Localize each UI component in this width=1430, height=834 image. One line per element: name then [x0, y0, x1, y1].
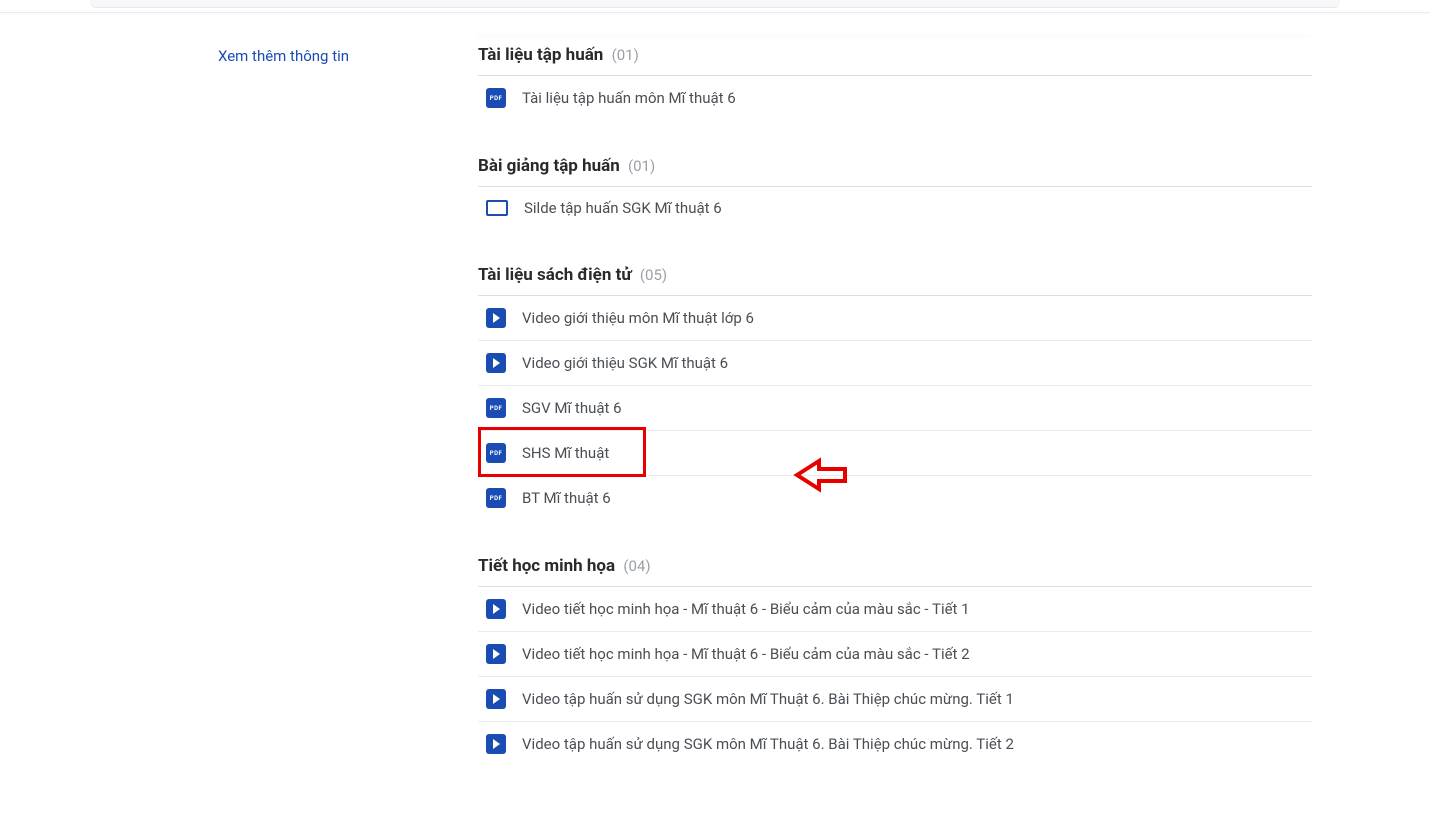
separator — [0, 12, 1430, 13]
list-item[interactable]: PDF SGV Mĩ thuật 6 — [478, 386, 1312, 431]
cutoff-section-heading — [478, 19, 1312, 37]
item-title: Video giới thiệu SGK Mĩ thuật 6 — [522, 354, 728, 372]
video-icon — [486, 353, 506, 373]
section-count: (05) — [640, 266, 667, 284]
video-icon — [486, 599, 506, 619]
section-count: (01) — [612, 46, 639, 64]
video-icon — [486, 734, 506, 754]
video-icon — [486, 308, 506, 328]
section-count: (04) — [623, 557, 650, 575]
section-bai-giang-tap-huan: Bài giảng tập huấn (01) Silde tập huấn S… — [478, 148, 1312, 229]
list-item[interactable]: Video giới thiệu SGK Mĩ thuật 6 — [478, 341, 1312, 386]
item-title: SHS Mĩ thuật — [522, 444, 609, 462]
browser-toolbar-fragment — [90, 0, 1340, 8]
item-title: Video tiết học minh họa - Mĩ thuật 6 - B… — [522, 645, 970, 663]
list-item[interactable]: Video tập huấn sử dụng SGK môn Mĩ Thuật … — [478, 722, 1312, 766]
see-more-link[interactable]: Xem thêm thông tin — [90, 47, 349, 65]
item-title: Silde tập huấn SGK Mĩ thuật 6 — [524, 199, 722, 217]
item-title: Video tiết học minh họa - Mĩ thuật 6 - B… — [522, 600, 970, 618]
pdf-icon: PDF — [486, 398, 506, 418]
section-tai-lieu-tap-huan: Tài liệu tập huấn (01) PDF Tài liệu tập … — [478, 37, 1312, 120]
section-heading: Tiết học minh họa (04) — [478, 548, 1312, 587]
section-count: (01) — [628, 157, 655, 175]
section-title: Tiết học minh họa — [478, 556, 615, 576]
item-title: Video tập huấn sử dụng SGK môn Mĩ Thuật … — [522, 690, 1014, 708]
video-icon — [486, 644, 506, 664]
section-tiet-hoc-minh-hoa: Tiết học minh họa (04) Video tiết học mi… — [478, 548, 1312, 766]
list-item[interactable]: PDF BT Mĩ thuật 6 — [478, 476, 1312, 520]
pdf-icon: PDF — [486, 488, 506, 508]
list-item[interactable]: Video tập huấn sử dụng SGK môn Mĩ Thuật … — [478, 677, 1312, 722]
list-item[interactable]: PDF Tài liệu tập huấn môn Mĩ thuật 6 — [478, 76, 1312, 120]
section-title: Tài liệu sách điện tử — [478, 265, 632, 285]
section-heading: Tài liệu sách điện tử (05) — [478, 257, 1312, 296]
item-title: SGV Mĩ thuật 6 — [522, 399, 622, 417]
list-item[interactable]: Video tiết học minh họa - Mĩ thuật 6 - B… — [478, 632, 1312, 677]
item-title: Video tập huấn sử dụng SGK môn Mĩ Thuật … — [522, 735, 1014, 753]
slide-icon — [486, 200, 508, 216]
section-tai-lieu-sach-dien-tu: Tài liệu sách điện tử (05) Video giới th… — [478, 257, 1312, 520]
section-title: Bài giảng tập huấn — [478, 156, 620, 176]
section-heading: Bài giảng tập huấn (01) — [478, 148, 1312, 187]
list-item[interactable]: Video tiết học minh họa - Mĩ thuật 6 - B… — [478, 587, 1312, 632]
page-body: Xem thêm thông tin Tài liệu tập huấn (01… — [0, 19, 1430, 834]
pdf-icon: PDF — [486, 88, 506, 108]
list-item[interactable]: Silde tập huấn SGK Mĩ thuật 6 — [478, 187, 1312, 229]
sidebar: Xem thêm thông tin — [90, 19, 450, 65]
item-title: Video giới thiệu môn Mĩ thuật lớp 6 — [522, 309, 754, 327]
item-title: Tài liệu tập huấn môn Mĩ thuật 6 — [522, 89, 736, 107]
list-item[interactable]: Video giới thiệu môn Mĩ thuật lớp 6 — [478, 296, 1312, 341]
section-title: Tài liệu tập huấn — [478, 45, 603, 65]
pdf-icon: PDF — [486, 443, 506, 463]
content-area: Tài liệu tập huấn (01) PDF Tài liệu tập … — [450, 19, 1340, 794]
section-heading: Tài liệu tập huấn (01) — [478, 37, 1312, 76]
list-item-highlighted[interactable]: PDF SHS Mĩ thuật — [478, 431, 1312, 476]
video-icon — [486, 689, 506, 709]
item-title: BT Mĩ thuật 6 — [522, 489, 611, 507]
